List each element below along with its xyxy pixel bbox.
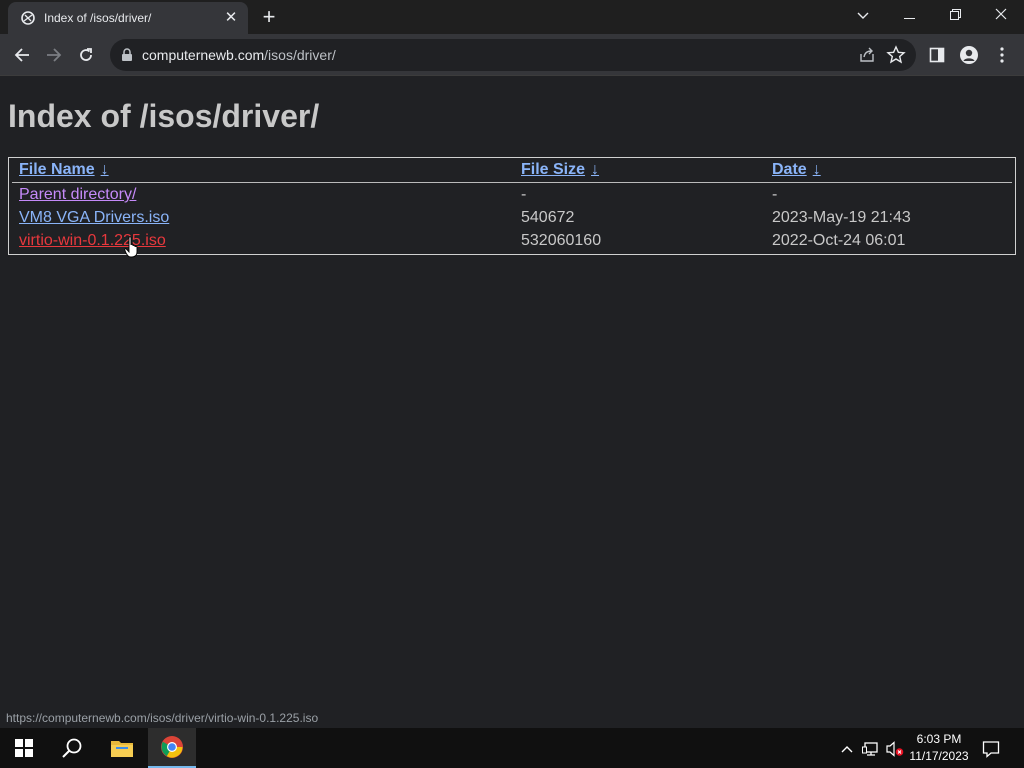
share-icon[interactable] [858,46,876,64]
url-text[interactable]: computernewb.com/isos/driver/ [142,47,336,63]
file-date: 2023-May-19 21:43 [772,209,911,226]
file-explorer-icon[interactable] [98,728,146,768]
file-listing-table: File Name ↓ File Size ↓ Date ↓ Parent direc… [8,157,1016,255]
menu-kebab-icon[interactable] [991,44,1013,66]
file-size: 540672 [521,209,575,226]
forward-icon[interactable] [41,42,67,68]
file-link-parent-directory[interactable]: Parent directory/ [19,186,136,206]
url-path: /isos/driver/ [264,47,336,63]
browser-toolbar: computernewb.com/isos/driver/ [0,34,1024,76]
file-date: 2022-Oct-24 06:01 [772,232,906,249]
sort-by-name-link[interactable]: File Name ↓ [19,161,109,183]
sort-arrow-icon: ↓ [591,161,600,178]
volume-muted-icon[interactable] [886,740,904,758]
clock-date: 11/17/2023 [909,749,969,763]
column-header-date: Date [772,161,807,178]
address-bar[interactable]: computernewb.com/isos/driver/ [110,39,916,71]
column-header-name: File Name [19,161,95,178]
reload-icon[interactable] [73,42,99,68]
file-date: - [772,186,778,203]
start-windows-icon[interactable] [0,728,48,768]
hand-cursor-icon [124,236,138,258]
file-size: - [521,186,527,203]
side-panel-icon[interactable] [926,44,948,66]
tab-close-icon[interactable]: ✕ [222,9,240,27]
restore-icon[interactable] [932,0,978,30]
file-size: 532060160 [521,232,602,249]
network-icon[interactable] [862,740,880,758]
sort-arrow-icon: ↓ [812,161,821,178]
file-link-virtio-win[interactable]: virtio-win-0.1.225.iso [19,232,166,252]
lock-icon[interactable] [120,48,134,62]
search-icon[interactable] [48,728,96,768]
sort-by-date-link[interactable]: Date ↓ [772,161,821,183]
action-center-icon[interactable] [982,740,1000,758]
tab-search-chevron-icon[interactable] [840,0,886,30]
taskbar-clock[interactable]: 6:03 PM 11/17/2023 [905,731,973,765]
bookmark-star-icon[interactable] [886,45,906,65]
url-host: computernewb.com [142,47,265,63]
site-favicon-icon [21,11,35,25]
new-tab-icon[interactable]: + [258,6,280,28]
sort-by-size-link[interactable]: File Size ↓ [521,161,599,183]
show-hidden-icons-chevron-icon[interactable] [838,740,856,758]
window-close-icon[interactable] [978,0,1024,30]
header-divider [12,182,1012,183]
chrome-taskbar-icon[interactable] [148,728,196,768]
file-link-vm8-vga-drivers[interactable]: VM8 VGA Drivers.iso [19,209,169,229]
page-title: Index of /isos/driver/ [8,98,320,134]
profile-avatar-icon[interactable] [958,44,980,66]
link-status-bubble: https://computernewb.com/isos/driver/vir… [0,709,325,728]
page-content: Index of /isos/driver/ File Name ↓ File S… [0,77,1024,728]
minimize-icon[interactable] [886,0,932,30]
tab-active[interactable]: Index of /isos/driver/ ✕ [8,2,248,34]
tab-strip: Index of /isos/driver/ ✕ + [0,0,1024,34]
column-header-size: File Size [521,161,586,178]
back-icon[interactable] [9,42,35,68]
windows-taskbar: 6:03 PM 11/17/2023 [0,728,1024,768]
sort-arrow-icon: ↓ [100,161,109,178]
clock-time: 6:03 PM [916,732,962,746]
tab-title: Index of /isos/driver/ [44,11,152,25]
